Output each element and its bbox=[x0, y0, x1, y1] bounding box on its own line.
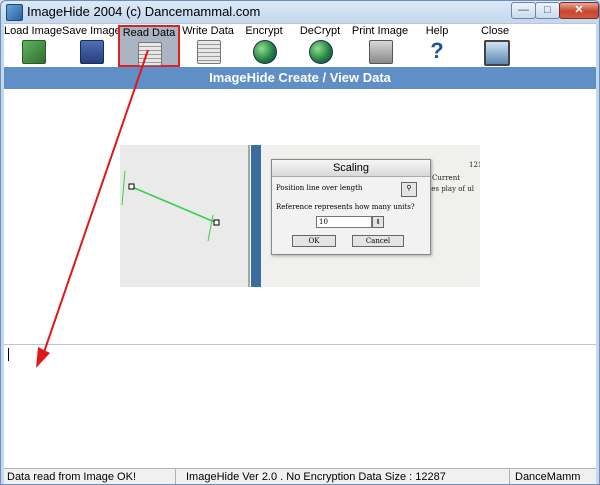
embedded-scrollbar bbox=[251, 145, 261, 287]
image-panel: 1 121 Current les play of ul Scaling Pos… bbox=[4, 89, 596, 344]
encrypt-icon bbox=[253, 40, 277, 64]
close-label: Close bbox=[480, 25, 510, 37]
encrypt-button[interactable]: Encrypt bbox=[236, 25, 292, 67]
help-icon: ? bbox=[430, 38, 444, 63]
save-image-button[interactable]: Save Image bbox=[62, 25, 121, 67]
scaling-line1: Position line over length bbox=[276, 184, 363, 192]
decrypt-button[interactable]: DeCrypt bbox=[292, 25, 348, 67]
data-text-area[interactable] bbox=[4, 344, 596, 469]
write-data-button[interactable]: Write Data bbox=[180, 25, 236, 67]
magnify-icon: ⚲ bbox=[401, 182, 417, 197]
read-data-icon bbox=[138, 42, 162, 66]
decrypt-label: DeCrypt bbox=[299, 25, 341, 37]
maximize-button[interactable]: □ bbox=[535, 2, 560, 19]
read-data-button[interactable]: Read Data bbox=[118, 25, 180, 67]
save-image-icon bbox=[80, 40, 104, 64]
status-info: ImageHide Ver 2.0 . No Encryption Data S… bbox=[176, 469, 510, 484]
scaling-spinner-icon: ⇕ bbox=[372, 216, 384, 228]
status-bar: Data read from Image OK! ImageHide Ver 2… bbox=[4, 468, 596, 484]
window-title: ImageHide 2004 (c) Dancemammal.com bbox=[27, 4, 261, 19]
minimize-button[interactable]: — bbox=[511, 2, 536, 19]
embedded-image: 1 121 Current les play of ul Scaling Pos… bbox=[120, 145, 480, 287]
window-close-button[interactable]: ✕ bbox=[559, 2, 599, 19]
save-image-label: Save Image bbox=[62, 25, 121, 37]
embedded-current-label: Current bbox=[432, 174, 461, 182]
embedded-canvas bbox=[120, 145, 250, 287]
text-caret bbox=[8, 348, 9, 361]
load-image-label: Load Image bbox=[4, 25, 63, 37]
help-label: Help bbox=[425, 25, 449, 37]
scaling-cancel: Cancel bbox=[352, 235, 404, 247]
header-band: ImageHide Create / View Data bbox=[4, 67, 596, 89]
status-message: Data read from Image OK! bbox=[4, 469, 176, 484]
scaling-dialog: Scaling Position line over length ⚲ Refe… bbox=[271, 159, 431, 255]
print-image-label: Print Image bbox=[351, 25, 409, 37]
encrypt-label: Encrypt bbox=[245, 25, 283, 37]
app-icon bbox=[6, 4, 23, 21]
embedded-field-2: 121 bbox=[469, 161, 480, 169]
read-data-label: Read Data bbox=[122, 27, 176, 39]
close-icon bbox=[484, 40, 510, 66]
app-window: ImageHide 2004 (c) Dancemammal.com — □ ✕… bbox=[0, 0, 600, 485]
toolbar: Load Image Save Image Read Data Write Da… bbox=[4, 23, 596, 68]
embedded-clipped-text: les play of ul bbox=[429, 185, 475, 193]
load-image-icon bbox=[22, 40, 46, 64]
status-brand: DanceMamm bbox=[515, 471, 581, 483]
scaling-value: 10 bbox=[316, 216, 372, 228]
scaling-dialog-title: Scaling bbox=[272, 160, 430, 177]
close-button[interactable]: Close bbox=[468, 25, 522, 67]
scaling-line bbox=[121, 170, 220, 242]
decrypt-icon bbox=[309, 40, 333, 64]
print-image-icon bbox=[369, 40, 393, 64]
write-data-icon bbox=[197, 40, 221, 64]
title-bar: ImageHide 2004 (c) Dancemammal.com — □ ✕ bbox=[1, 1, 599, 23]
help-button[interactable]: Help ? bbox=[412, 25, 462, 67]
write-data-label: Write Data bbox=[182, 25, 234, 37]
print-image-button[interactable]: Print Image bbox=[348, 25, 412, 67]
scaling-ok: OK bbox=[292, 235, 336, 247]
scaling-line2: Reference represents how many units? bbox=[276, 203, 415, 211]
load-image-button[interactable]: Load Image bbox=[4, 25, 62, 67]
